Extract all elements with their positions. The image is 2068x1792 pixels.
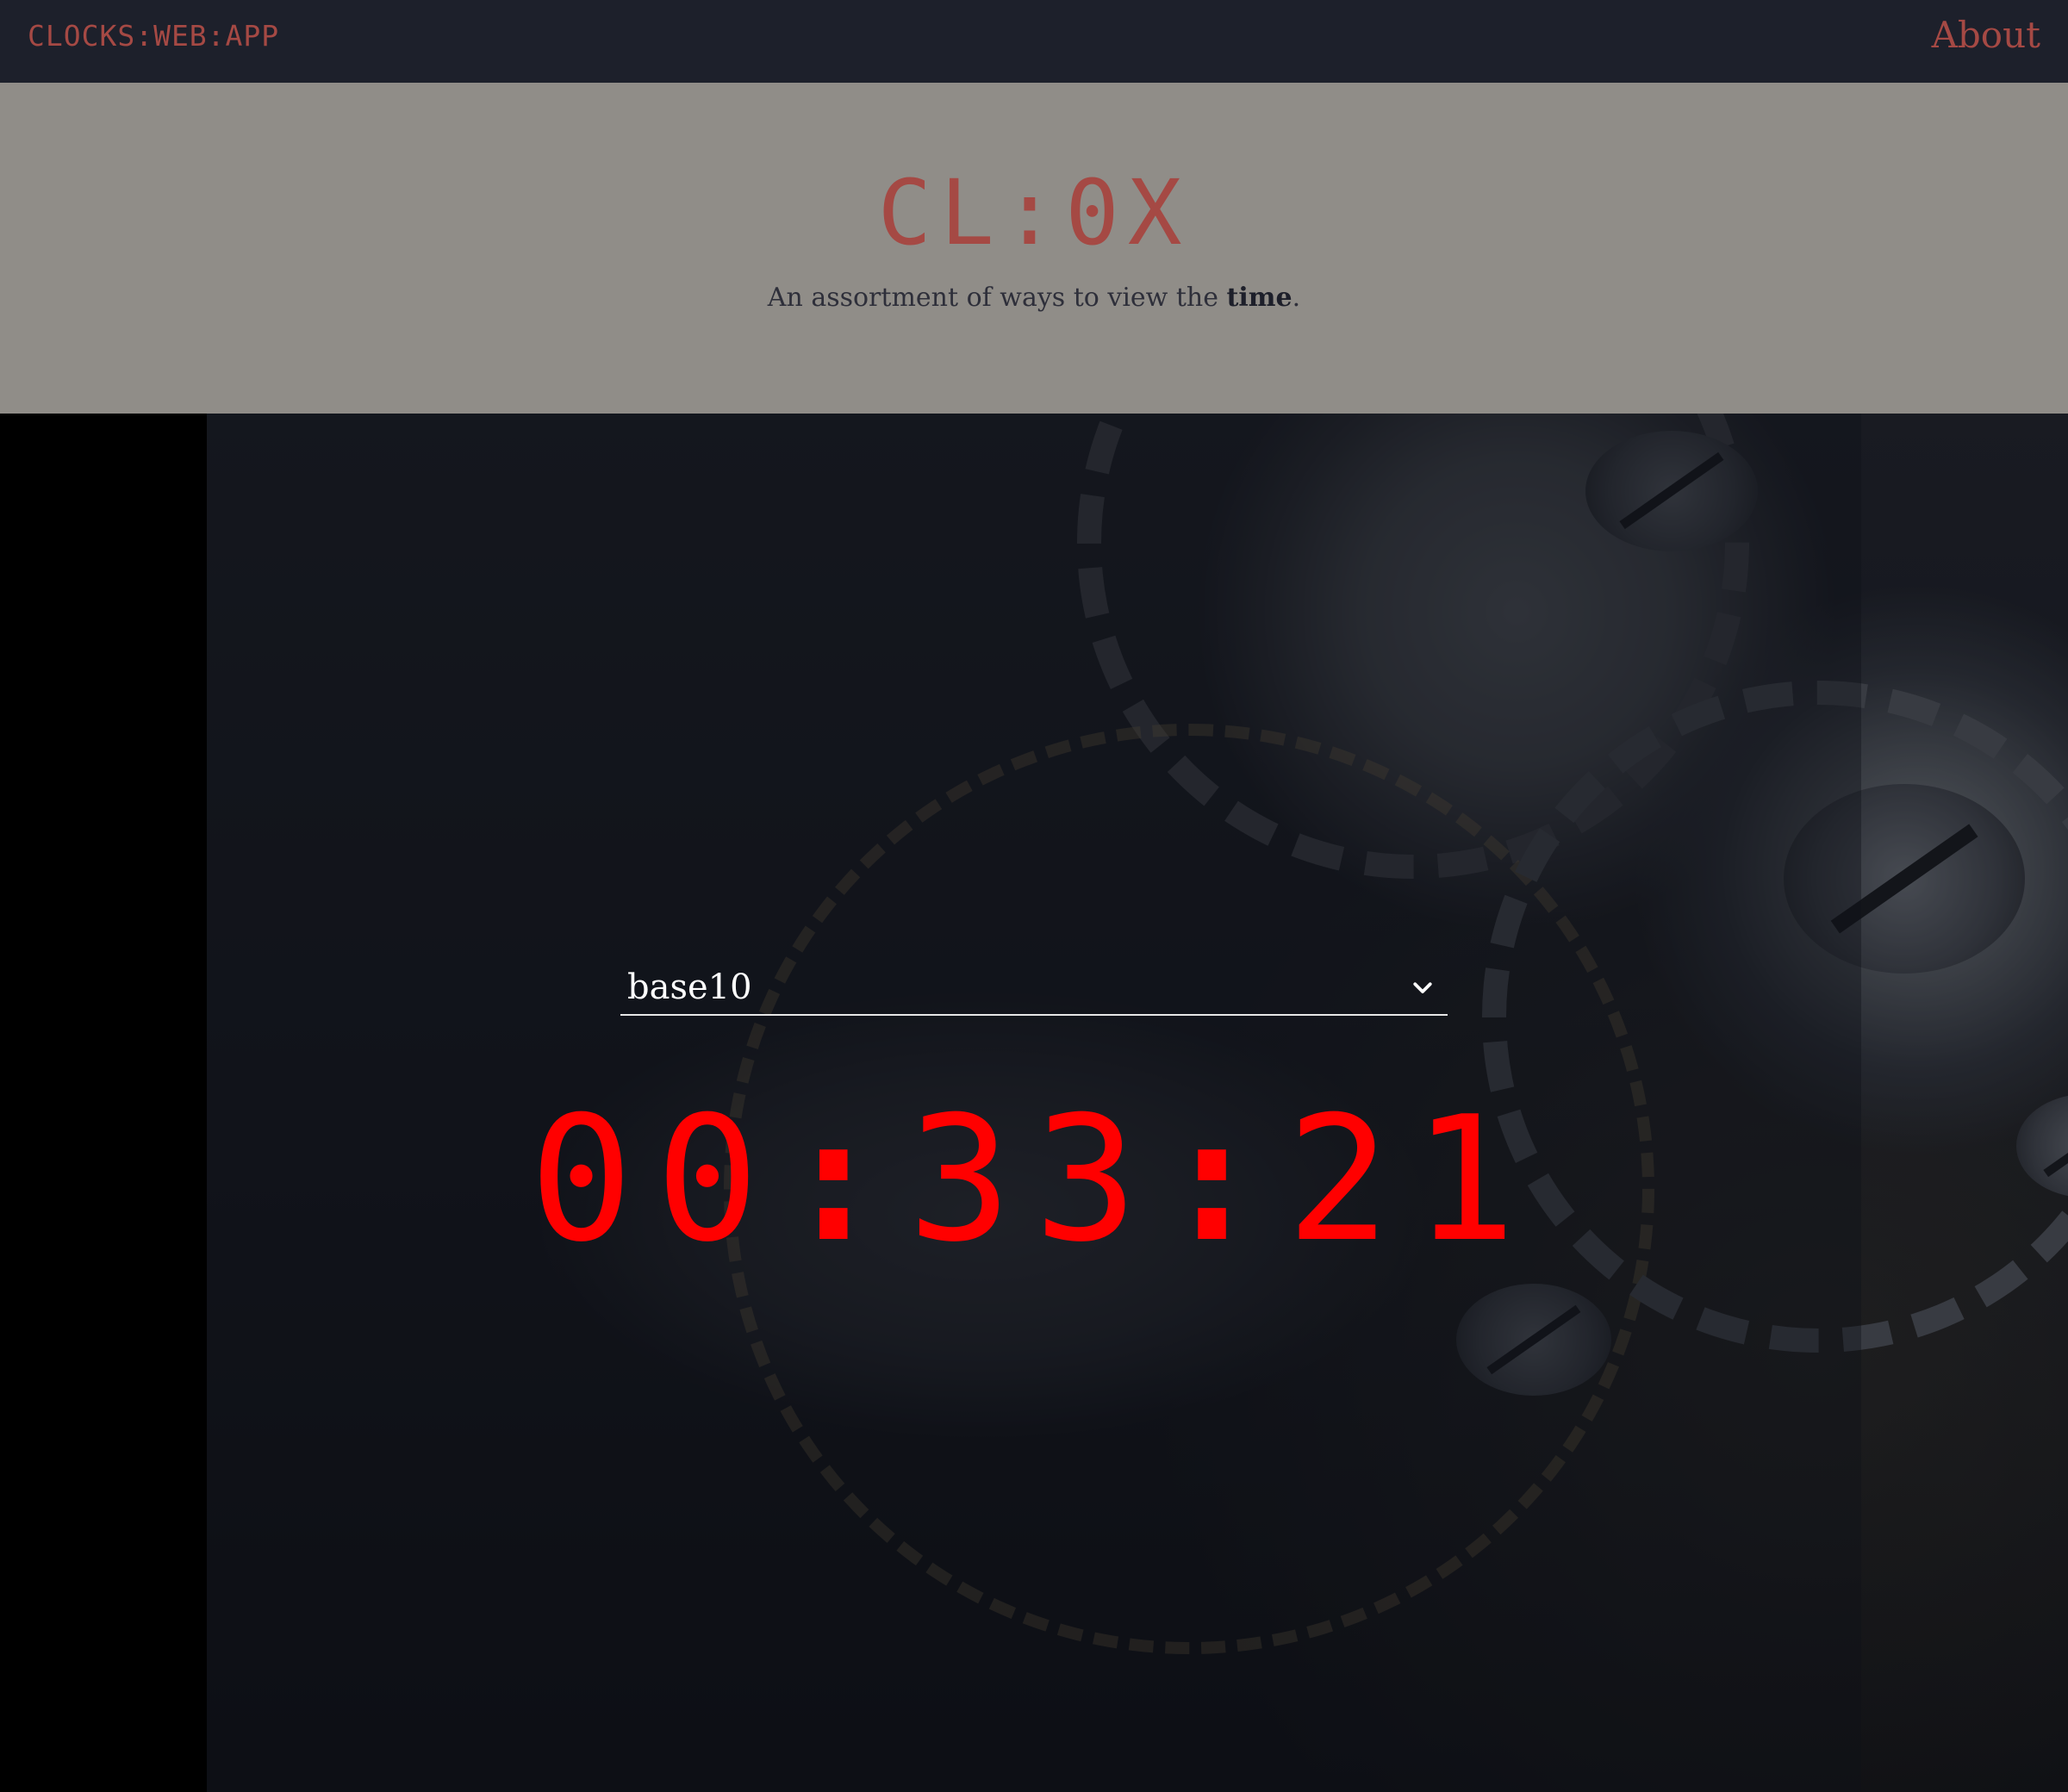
brand-logo-link[interactable]: CLOCKS:WEB:APP [28, 19, 279, 53]
clock-minutes: 33 [907, 1080, 1161, 1280]
page-title: CL:0X [877, 160, 1191, 265]
clock-display: 00:33:21 [0, 1077, 2068, 1284]
chevron-down-icon [1413, 982, 1432, 993]
clock-seconds: 21 [1286, 1080, 1539, 1280]
subtitle-emphasis: time [1226, 283, 1292, 313]
clock-format-value: base10 [627, 968, 752, 1007]
clock-hours: 00 [529, 1080, 782, 1280]
clock-format-select[interactable]: base10 [620, 968, 1448, 1016]
page-subtitle: An assortment of ways to view the time. [0, 283, 2068, 313]
subtitle-text: An assortment of ways to view the [767, 283, 1227, 313]
subtitle-period: . [1292, 283, 1301, 313]
hero-banner: CL:0X An assortment of ways to view the … [0, 83, 2068, 414]
clock-section: base10 00:33:21 [0, 414, 2068, 1792]
about-link[interactable]: About [1932, 14, 2040, 56]
clock-separator: : [1160, 1080, 1286, 1280]
top-navbar: CLOCKS:WEB:APP About [0, 0, 2068, 83]
clock-separator: : [782, 1080, 908, 1280]
